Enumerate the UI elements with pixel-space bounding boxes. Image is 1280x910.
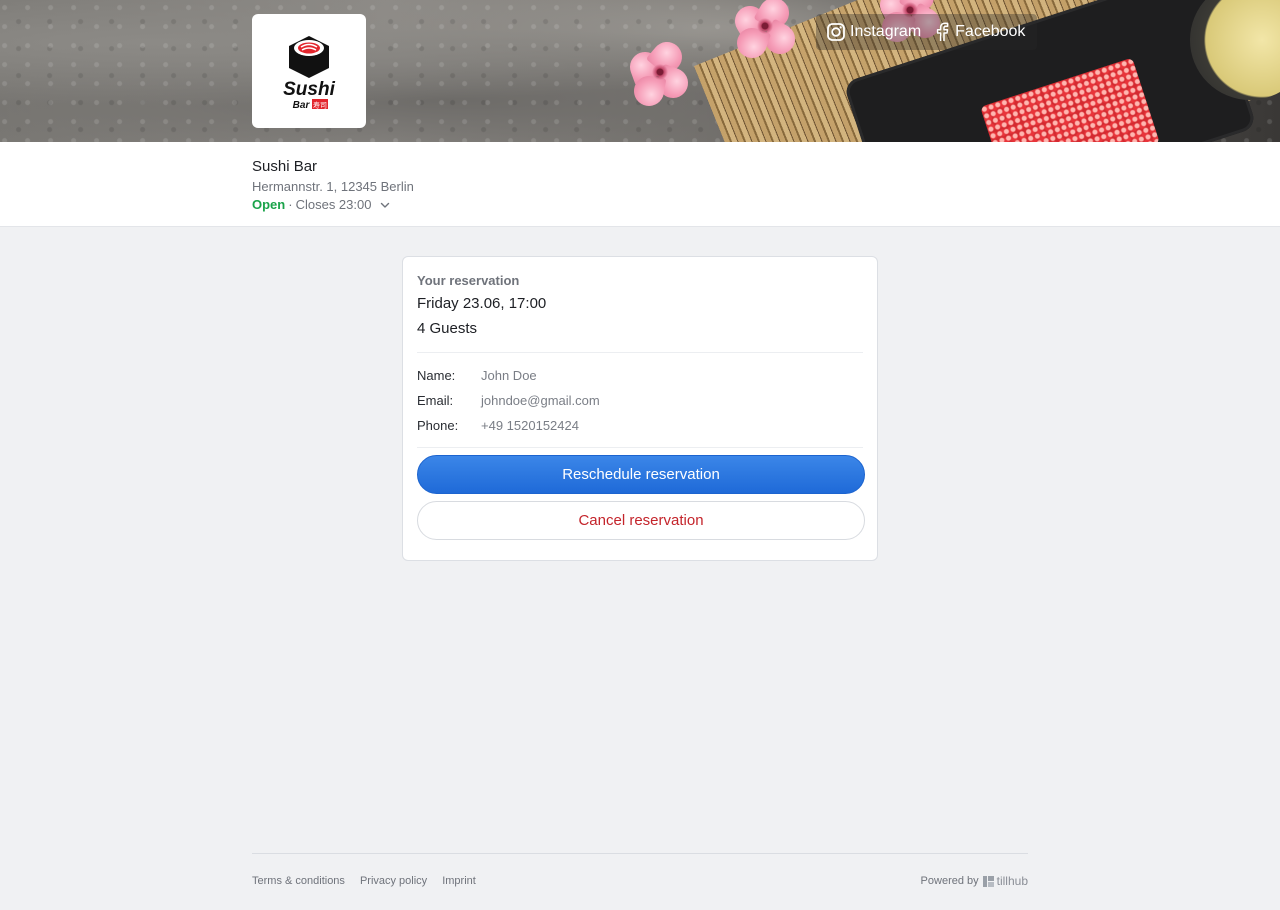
cherry-blossom-image bbox=[729, 0, 801, 63]
phone-value: +49 1520152424 bbox=[481, 418, 579, 433]
instagram-link[interactable]: Instagram bbox=[826, 22, 921, 42]
restaurant-logo: Sushi Bar 寿司 bbox=[252, 14, 366, 128]
powered-by-label: Powered by bbox=[920, 875, 979, 887]
guest-phone-row: Phone: +49 1520152424 bbox=[417, 418, 579, 433]
restaurant-name: Sushi Bar bbox=[252, 158, 318, 175]
reservation-guests: 4 Guests bbox=[417, 320, 478, 337]
imprint-link[interactable]: Imprint bbox=[442, 875, 476, 887]
cancel-button[interactable]: Cancel reservation bbox=[417, 501, 865, 540]
svg-text:寿司: 寿司 bbox=[313, 101, 327, 110]
sushi-roll-logo-icon: Sushi Bar 寿司 bbox=[283, 36, 336, 110]
svg-text:Bar: Bar bbox=[293, 100, 311, 110]
opening-hours[interactable]: Open · Closes 23:00 bbox=[252, 197, 390, 212]
tillhub-icon bbox=[982, 875, 994, 887]
phone-label: Phone: bbox=[417, 418, 459, 433]
reschedule-button[interactable]: Reschedule reservation bbox=[417, 455, 865, 494]
social-links: Instagram Facebook bbox=[816, 14, 1038, 50]
separator-dot: · bbox=[288, 197, 293, 212]
reservation-datetime: Friday 23.06, 17:00 bbox=[417, 295, 547, 312]
open-status: Open bbox=[252, 197, 286, 212]
powered-by: Powered by tillhub bbox=[921, 874, 1028, 888]
tillhub-brand: tillhub bbox=[996, 874, 1028, 888]
restaurant-address: Hermannstr. 1, 12345 Berlin bbox=[252, 179, 414, 194]
facebook-label: Facebook bbox=[955, 23, 1026, 40]
instagram-label: Instagram bbox=[850, 23, 922, 40]
footer-links: Terms & conditions Privacy policy Imprin… bbox=[252, 875, 476, 887]
privacy-link[interactable]: Privacy policy bbox=[360, 875, 427, 887]
chevron-down-icon[interactable] bbox=[380, 200, 390, 210]
closing-time: Closes 23:00 bbox=[295, 197, 372, 212]
terms-link[interactable]: Terms & conditions bbox=[252, 875, 345, 887]
name-value: John Doe bbox=[481, 368, 537, 383]
facebook-link[interactable]: Facebook bbox=[933, 22, 1025, 42]
restaurant-info: Sushi Bar Hermannstr. 1, 12345 Berlin Op… bbox=[0, 142, 1280, 227]
hero-banner bbox=[0, 0, 1280, 142]
cherry-blossom-image bbox=[625, 35, 693, 109]
divider bbox=[417, 352, 863, 353]
facebook-icon bbox=[936, 22, 949, 41]
guest-email-row: Email: johndoe@gmail.com bbox=[417, 393, 600, 408]
email-value: johndoe@gmail.com bbox=[481, 393, 600, 408]
guest-name-row: Name: John Doe bbox=[417, 368, 537, 383]
name-label: Name: bbox=[417, 368, 456, 383]
reservation-heading: Your reservation bbox=[417, 273, 520, 288]
tillhub-logo[interactable]: tillhub bbox=[982, 874, 1028, 888]
instagram-icon bbox=[827, 23, 845, 41]
email-label: Email: bbox=[417, 393, 454, 408]
divider bbox=[417, 447, 863, 448]
reservation-card: Your reservation Friday 23.06, 17:00 4 G… bbox=[402, 256, 878, 561]
footer-divider bbox=[252, 853, 1028, 854]
svg-text:Sushi: Sushi bbox=[283, 79, 335, 100]
